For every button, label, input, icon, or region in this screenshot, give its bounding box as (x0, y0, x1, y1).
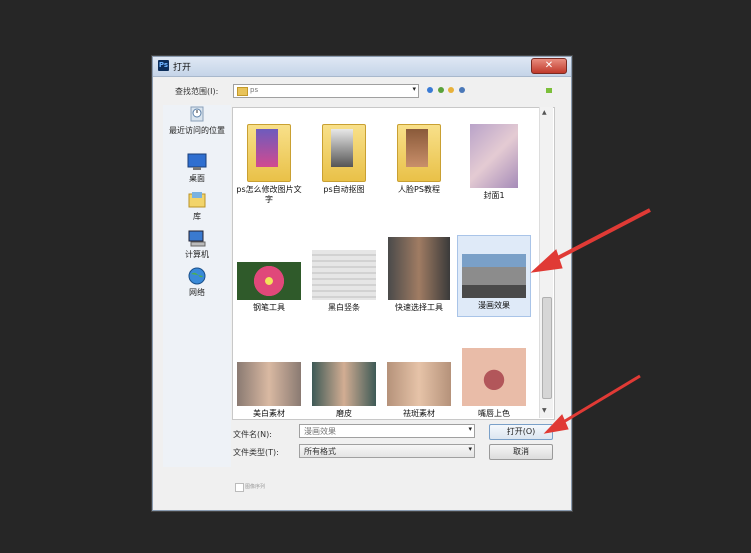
file-list: ps怎么修改图片文字 ps自动抠图 人脸PS教程 封面1 钢笔工具 黑白竖条 快… (232, 107, 555, 420)
title-bar: Ps 打开 ✕ (153, 57, 571, 77)
file-label: 封面1 (483, 191, 505, 200)
image-thumbnail (387, 362, 451, 406)
computer-icon (188, 230, 206, 247)
up-folder-icon[interactable] (437, 87, 444, 93)
image-thumbnail (237, 262, 301, 300)
file-label: 嘴唇上色 (478, 409, 510, 418)
scroll-up-icon[interactable]: ▲ (542, 109, 547, 116)
chevron-down-icon[interactable]: ▾ (412, 85, 416, 93)
image-thumbnail (462, 254, 526, 298)
filename-label: 文件名(N): (233, 430, 272, 439)
libraries-icon (188, 192, 206, 208)
folder-icon (397, 124, 441, 182)
image-thumbnail (470, 124, 518, 188)
image-sequence-checkbox[interactable] (235, 483, 244, 492)
scroll-down-icon[interactable]: ▼ (542, 407, 547, 414)
cancel-button[interactable]: 取消 (489, 444, 553, 460)
view-menu-icon[interactable] (458, 87, 465, 93)
open-dialog: Ps 打开 ✕ 查找范围(I): ps ▾ 最近访问的位置 桌面 库 计算机 网… (152, 56, 572, 511)
navigation-toolbar (427, 86, 467, 96)
file-label: 磨皮 (336, 409, 352, 418)
file-label: ps怎么修改图片文字 (236, 185, 302, 204)
place-desktop[interactable]: 桌面 (163, 153, 231, 184)
folder-preview (256, 129, 278, 167)
create-folder-icon[interactable] (546, 88, 552, 93)
arrow-to-open-button (559, 374, 641, 426)
look-in-dropdown[interactable]: ps ▾ (233, 84, 419, 98)
image-sequence-label: 图像序列 (245, 484, 266, 490)
image-thumbnail (312, 362, 376, 406)
file-item-folder[interactable]: 人脸PS教程 (383, 124, 455, 195)
image-thumbnail (462, 348, 526, 406)
file-label: 祛斑素材 (403, 409, 435, 418)
file-item-image[interactable]: 钢笔工具 (233, 237, 305, 313)
folder-icon (237, 87, 248, 96)
image-thumbnail (237, 362, 301, 406)
desktop-icon (187, 153, 207, 170)
file-item-folder[interactable]: ps怎么修改图片文字 (233, 124, 305, 205)
file-item-image[interactable]: 磨皮 (308, 344, 380, 419)
place-recent[interactable]: 最近访问的位置 (163, 105, 231, 136)
chevron-down-icon[interactable]: ▾ (468, 425, 472, 433)
filetype-label: 文件类型(T): (233, 448, 279, 457)
file-label: 快速选择工具 (395, 303, 443, 312)
filetype-dropdown[interactable]: 所有格式 ▾ (299, 444, 475, 458)
place-network[interactable]: 网络 (163, 267, 231, 298)
file-label: ps自动抠图 (323, 185, 365, 194)
file-label: 人脸PS教程 (398, 185, 440, 194)
filename-value: 漫画效果 (304, 427, 336, 436)
file-item-image-selected[interactable]: 漫画效果 (457, 235, 531, 317)
file-label: 美白素材 (253, 409, 285, 418)
photoshop-logo-icon: Ps (158, 60, 169, 71)
folder-preview (406, 129, 428, 167)
scrollbar-thumb[interactable] (542, 297, 552, 399)
file-item-image[interactable]: 嘴唇上色 (458, 344, 530, 419)
dialog-title: 打开 (173, 63, 192, 73)
file-item-image[interactable]: 祛斑素材 (383, 344, 455, 419)
place-label: 网络 (189, 288, 205, 297)
back-icon[interactable] (427, 87, 433, 93)
file-item-image[interactable]: 黑白竖条 (308, 237, 380, 313)
recent-places-icon (190, 106, 204, 122)
place-label: 桌面 (189, 174, 205, 183)
place-label: 最近访问的位置 (169, 126, 225, 135)
network-icon (188, 267, 206, 285)
file-label: 黑白竖条 (328, 303, 360, 312)
file-list-scrollbar[interactable]: ▲ ▼ (539, 107, 553, 418)
file-item-folder[interactable]: ps自动抠图 (308, 124, 380, 195)
open-button[interactable]: 打开(O) (489, 424, 553, 440)
look-in-value: ps (250, 86, 259, 94)
close-button[interactable]: ✕ (531, 58, 567, 74)
file-item-image[interactable]: 美白素材 (233, 344, 305, 419)
folder-icon (247, 124, 291, 182)
place-libraries[interactable]: 库 (163, 191, 231, 222)
places-bar: 最近访问的位置 桌面 库 计算机 网络 (163, 105, 231, 467)
place-label: 计算机 (185, 250, 209, 259)
folder-preview (331, 129, 353, 167)
filename-input[interactable]: 漫画效果 ▾ (299, 424, 475, 438)
file-item-image[interactable]: 快速选择工具 (383, 237, 455, 313)
image-thumbnail (312, 250, 376, 300)
place-computer[interactable]: 计算机 (163, 229, 231, 260)
new-folder-icon[interactable] (448, 87, 455, 93)
image-thumbnail (388, 237, 450, 300)
folder-icon (322, 124, 366, 182)
look-in-label: 查找范围(I): (175, 87, 219, 96)
chevron-down-icon[interactable]: ▾ (468, 445, 472, 453)
file-label: 漫画效果 (478, 301, 510, 310)
file-item-image[interactable]: 封面1 (458, 124, 530, 201)
filetype-value: 所有格式 (304, 447, 336, 456)
place-label: 库 (193, 212, 201, 221)
file-label: 钢笔工具 (253, 303, 285, 312)
